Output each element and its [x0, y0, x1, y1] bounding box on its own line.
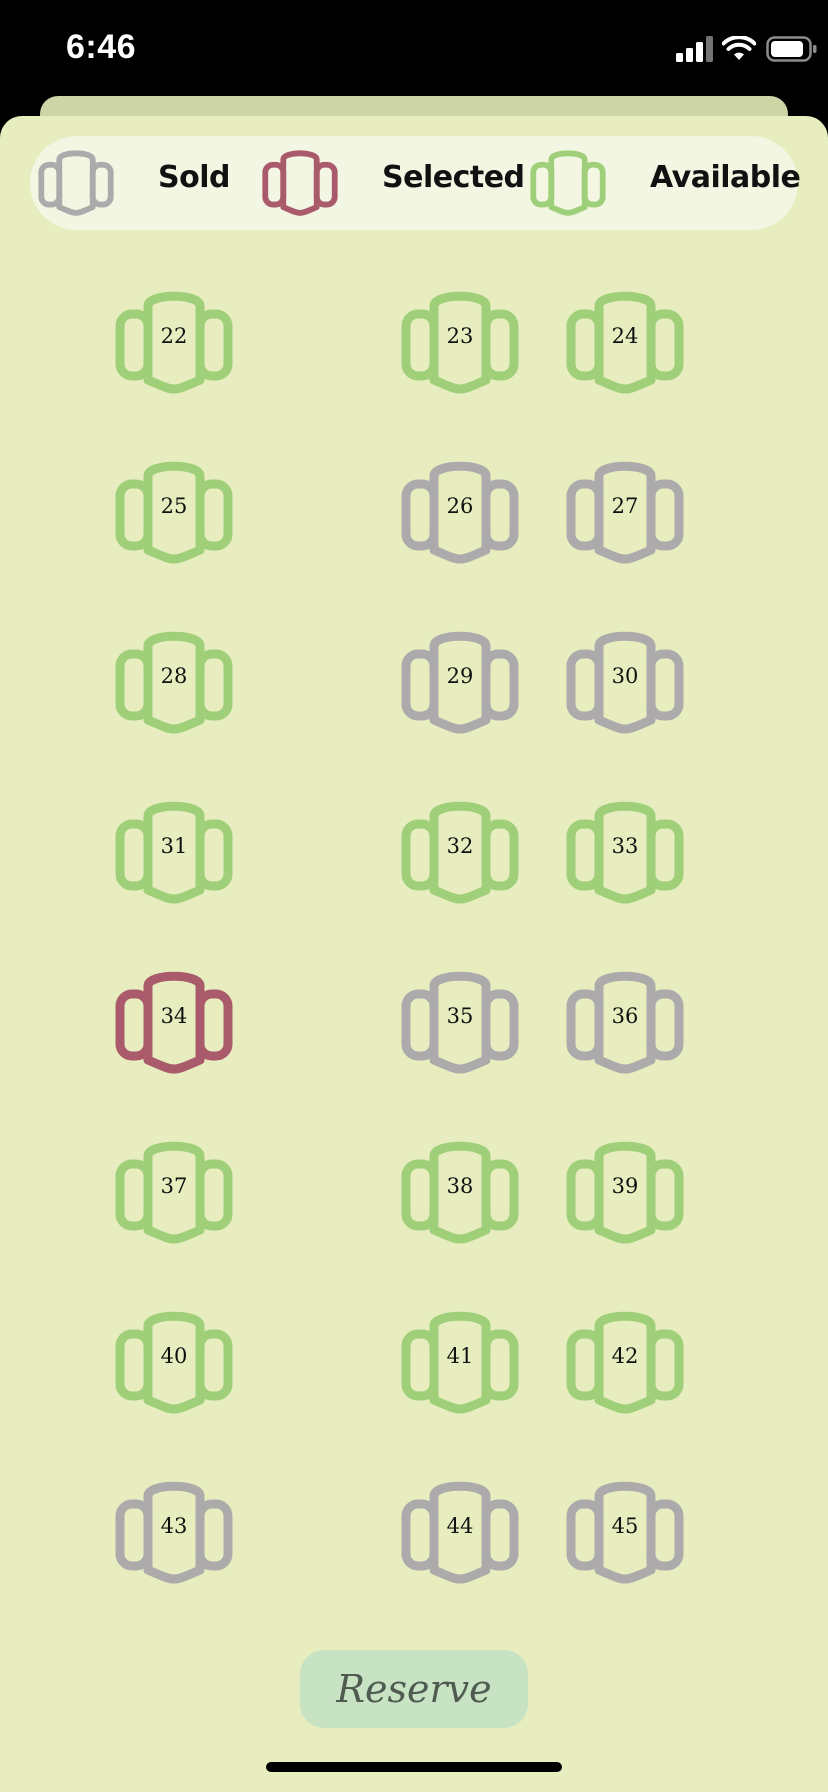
seat-sold[interactable]: 26: [398, 458, 522, 570]
seat-number: 29: [446, 664, 474, 688]
seat-number: 43: [160, 1514, 188, 1538]
seat-number: 30: [611, 664, 639, 688]
seat-available[interactable]: 23: [398, 288, 522, 400]
legend-sold-label: Sold: [158, 160, 230, 195]
seat-number: 34: [160, 1004, 188, 1028]
seat-number: 23: [446, 324, 474, 348]
seat-available[interactable]: 37: [112, 1138, 236, 1250]
cellular-signal-icon: [676, 36, 713, 62]
seat-number: 26: [446, 494, 474, 518]
seat-number: 22: [160, 324, 188, 348]
seat-number: 32: [446, 834, 474, 858]
seat-number: 24: [611, 324, 639, 348]
wifi-icon: [722, 36, 756, 60]
seat-sold[interactable]: 36: [563, 968, 687, 1080]
legend-sold-seat-icon: [36, 148, 116, 220]
seat-available[interactable]: 22: [112, 288, 236, 400]
status-time: 6:46: [66, 28, 137, 66]
seat-sold[interactable]: 44: [398, 1478, 522, 1590]
seat-number: 37: [160, 1174, 188, 1198]
legend-selected-label: Selected: [382, 160, 525, 195]
seat-sold[interactable]: 35: [398, 968, 522, 1080]
seat-number: 44: [446, 1514, 474, 1538]
seat-selected[interactable]: 34: [112, 968, 236, 1080]
seat-available[interactable]: 38: [398, 1138, 522, 1250]
seat-available[interactable]: 33: [563, 798, 687, 910]
status-bar: 6:46: [0, 0, 828, 96]
seat-number: 41: [446, 1344, 474, 1368]
seat-available[interactable]: 41: [398, 1308, 522, 1420]
seat-sold[interactable]: 45: [563, 1478, 687, 1590]
seat-number: 33: [611, 834, 639, 858]
seat-number: 27: [611, 494, 639, 518]
seat-number: 31: [160, 834, 188, 858]
seat-available[interactable]: 40: [112, 1308, 236, 1420]
legend-selected-seat-icon: [260, 148, 340, 220]
battery-icon: [766, 36, 817, 62]
seat-available[interactable]: 42: [563, 1308, 687, 1420]
seat-number: 38: [446, 1174, 474, 1198]
seat-available[interactable]: 32: [398, 798, 522, 910]
seat-available[interactable]: 28: [112, 628, 236, 740]
seat-available[interactable]: 25: [112, 458, 236, 570]
seat-sold[interactable]: 27: [563, 458, 687, 570]
legend-available-label: Available: [650, 160, 801, 195]
seat-number: 35: [446, 1004, 474, 1028]
seat-available[interactable]: 39: [563, 1138, 687, 1250]
seat-available[interactable]: 24: [563, 288, 687, 400]
seat-number: 36: [611, 1004, 639, 1028]
seat-number: 39: [611, 1174, 639, 1198]
seat-number: 42: [611, 1344, 639, 1368]
seat-number: 40: [160, 1344, 188, 1368]
seat-number: 28: [160, 664, 188, 688]
seat-number: 45: [611, 1514, 639, 1538]
reserve-button[interactable]: Reserve: [300, 1650, 528, 1728]
status-icons: [616, 36, 817, 66]
seat-number: 25: [160, 494, 188, 518]
seat-legend: Sold Selected Available: [30, 136, 801, 230]
home-indicator: [266, 1762, 562, 1772]
seat-available[interactable]: 31: [112, 798, 236, 910]
seat-sold[interactable]: 43: [112, 1478, 236, 1590]
legend-available-seat-icon: [528, 148, 608, 220]
seat-sold[interactable]: 30: [563, 628, 687, 740]
seat-sold[interactable]: 29: [398, 628, 522, 740]
